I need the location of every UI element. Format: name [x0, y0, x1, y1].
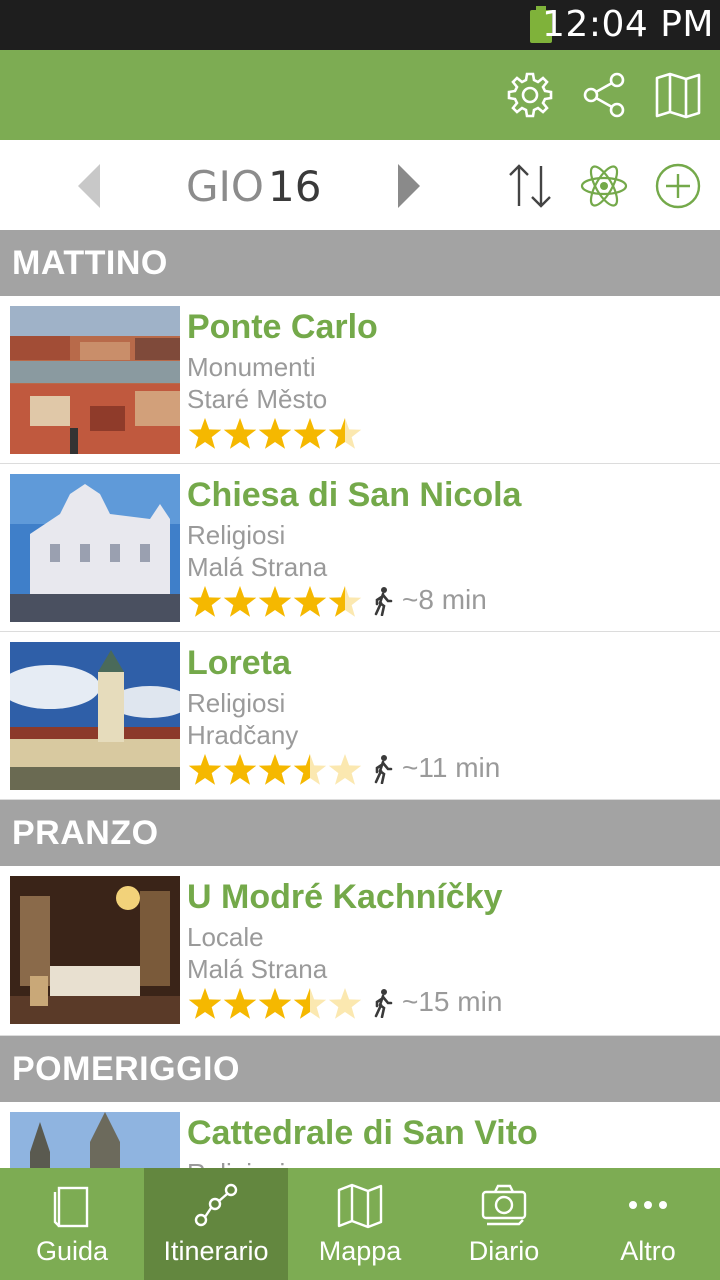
- tab-label: Itinerario: [163, 1236, 269, 1266]
- star-filled-icon: [223, 586, 257, 617]
- tab-label: Mappa: [318, 1236, 402, 1266]
- walking-icon: [374, 989, 393, 1018]
- gear-icon[interactable]: [503, 68, 557, 122]
- star-empty-icon: [328, 988, 362, 1019]
- bottom-tab-bar: Guida Itinerario Mappa Diario Altro: [0, 1168, 720, 1280]
- rating-stars: [188, 418, 362, 449]
- day-label: GIO: [186, 162, 264, 211]
- star-filled-icon: [293, 418, 327, 449]
- walk-time: ~8 min: [402, 584, 487, 615]
- star-filled-icon: [188, 418, 222, 449]
- previous-day-button[interactable]: [76, 162, 116, 210]
- star-filled-icon: [223, 418, 257, 449]
- status-bar: 12:04 PM: [0, 0, 720, 50]
- item-area: Staré Město: [187, 384, 328, 414]
- tab-label: Altro: [620, 1236, 676, 1266]
- item-category: Religiosi: [187, 520, 286, 550]
- star-filled-icon: [223, 754, 257, 785]
- list-item[interactable]: U Modré Kachníčky Locale Malá Strana ~15…: [0, 866, 720, 1036]
- star-filled-icon: [258, 586, 292, 617]
- item-title: Ponte Carlo: [187, 308, 378, 346]
- tab-mappa[interactable]: Mappa: [288, 1168, 432, 1280]
- item-category: Religiosi: [187, 688, 286, 718]
- walk-time: ~11 min: [402, 752, 501, 783]
- rating-stars: [188, 754, 362, 785]
- tab-altro[interactable]: Altro: [576, 1168, 720, 1280]
- rating-stars: [188, 586, 362, 617]
- place-photo: [10, 306, 180, 454]
- tab-guida[interactable]: Guida: [0, 1168, 144, 1280]
- camera-icon: [481, 1184, 527, 1226]
- item-area: Hradčany: [187, 720, 299, 750]
- day-number: 16: [268, 162, 322, 211]
- map-icon[interactable]: [651, 68, 705, 122]
- star-filled-icon: [258, 754, 292, 785]
- tab-diario[interactable]: Diario: [432, 1168, 576, 1280]
- tab-itinerario[interactable]: Itinerario: [144, 1168, 288, 1280]
- star-filled-icon: [188, 754, 222, 785]
- place-photo: [10, 876, 180, 1024]
- list-item[interactable]: Loreta Religiosi Hradčany ~11 min: [0, 632, 720, 800]
- star-filled-icon: [188, 586, 222, 617]
- star-filled-icon: [188, 988, 222, 1019]
- section-header: PRANZO: [0, 800, 720, 866]
- walking-icon: [374, 587, 393, 616]
- walk-time: ~15 min: [402, 986, 503, 1017]
- star-filled-icon: [258, 418, 292, 449]
- star-filled-icon: [223, 988, 257, 1019]
- item-area: Malá Strana: [187, 954, 328, 984]
- place-photo: [10, 642, 180, 790]
- day-navigator: GIO 16: [0, 140, 720, 230]
- rating-stars: [188, 988, 362, 1019]
- tab-label: Diario: [468, 1236, 540, 1266]
- item-title: U Modré Kachníčky: [187, 878, 503, 916]
- atom-icon[interactable]: [578, 160, 630, 212]
- next-day-button[interactable]: [396, 162, 436, 210]
- item-category: Locale: [187, 922, 264, 952]
- item-title: Chiesa di San Nicola: [187, 476, 522, 514]
- item-title: Loreta: [187, 644, 291, 682]
- item-area: Malá Strana: [187, 552, 328, 582]
- map-icon: [337, 1183, 383, 1229]
- section-header: MATTINO: [0, 230, 720, 296]
- item-category: Monumenti: [187, 352, 316, 382]
- share-icon[interactable]: [578, 68, 632, 122]
- list-item[interactable]: Ponte Carlo Monumenti Staré Město: [0, 296, 720, 464]
- star-filled-icon: [293, 586, 327, 617]
- list-item[interactable]: Chiesa di San Nicola Religiosi Malá Stra…: [0, 464, 720, 632]
- place-photo: [10, 474, 180, 622]
- status-time: 12:04 PM: [542, 4, 714, 45]
- app-bar: [0, 50, 720, 140]
- walking-icon: [374, 755, 393, 784]
- tab-label: Guida: [35, 1236, 109, 1266]
- route-icon: [194, 1183, 238, 1227]
- section-header: POMERIGGIO: [0, 1036, 720, 1102]
- book-icon: [53, 1186, 89, 1228]
- star-filled-icon: [258, 988, 292, 1019]
- sort-icon[interactable]: [504, 160, 556, 212]
- star-empty-icon: [328, 754, 362, 785]
- item-title: Cattedrale di San Vito: [187, 1114, 538, 1152]
- more-icon: [629, 1201, 667, 1209]
- add-circle-icon[interactable]: [652, 160, 704, 212]
